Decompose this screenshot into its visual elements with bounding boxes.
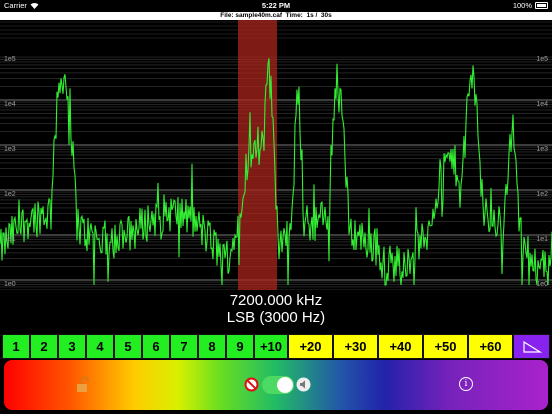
tuning-marker[interactable] — [238, 20, 277, 290]
no-sign-icon[interactable] — [244, 377, 259, 392]
scale-label: 1e3 — [536, 146, 548, 153]
status-bar: Carrier 5:22 PM 100% — [0, 0, 552, 12]
step-button-plus-60[interactable]: +60 — [468, 334, 513, 359]
scale-label: 1e5 — [4, 56, 16, 63]
speaker-icon[interactable] — [296, 377, 311, 392]
scale-label: 1e1 — [4, 236, 16, 243]
step-button-6[interactable]: 6 — [142, 334, 170, 359]
step-button-2[interactable]: 2 — [30, 334, 58, 359]
info-icon[interactable]: i — [459, 377, 473, 391]
unlocked-padlock-icon[interactable] — [76, 376, 90, 393]
step-button-9[interactable]: 9 — [226, 334, 254, 359]
step-button-1[interactable]: 1 — [2, 334, 30, 359]
scale-label: 1e3 — [4, 146, 16, 153]
frequency-label: 7200.000 kHz — [229, 292, 323, 309]
step-button-plus-30[interactable]: +30 — [333, 334, 378, 359]
scale-label: 1e5 — [536, 56, 548, 63]
step-button-plus-10[interactable]: +10 — [254, 334, 288, 359]
step-button-plus-20[interactable]: +20 — [288, 334, 333, 359]
spectrum-plot[interactable]: 1e5 1e5 1e4 1e4 1e3 1e3 1e2 1e2 1e1 1e1 1e0 1e0 — [0, 20, 552, 290]
scale-label: 1e4 — [4, 101, 16, 108]
toggle-knob — [277, 377, 293, 393]
scale-label: 1e0 — [536, 281, 548, 288]
step-button-7[interactable]: 7 — [170, 334, 198, 359]
spectrum-display[interactable]: 1e5 1e5 1e4 1e4 1e3 1e3 1e2 1e2 1e1 1e1 1e0 1e0 — [0, 20, 552, 290]
mode-label: LSB (3000 Hz) — [226, 309, 326, 326]
step-button-4[interactable]: 4 — [86, 334, 114, 359]
scale-label: 1e2 — [536, 191, 548, 198]
step-button-3[interactable]: 3 — [58, 334, 86, 359]
scale-label: 1e1 — [536, 236, 548, 243]
control-bar[interactable]: i — [4, 360, 548, 410]
clock: 5:22 PM — [261, 1, 291, 10]
battery-percent: 100% — [512, 1, 532, 10]
step-button-row: 1 2 3 4 5 6 7 8 9 +10 +20 +30 +40 +50 +60 — [0, 334, 552, 359]
step-button-plus-40[interactable]: +40 — [378, 334, 423, 359]
triangle-corner-icon[interactable] — [513, 334, 550, 359]
frequency-readout: 7200.000 kHz LSB (3000 Hz) — [0, 292, 552, 326]
file-info-bar: File: sample40m.caf Time: 1s / 30s — [0, 12, 552, 20]
step-button-plus-50[interactable]: +50 — [423, 334, 468, 359]
audio-toggle[interactable] — [262, 376, 294, 394]
battery-icon — [535, 2, 548, 9]
scale-label: 1e4 — [536, 101, 548, 108]
step-button-8[interactable]: 8 — [198, 334, 226, 359]
step-button-5[interactable]: 5 — [114, 334, 142, 359]
scale-label: 1e2 — [4, 191, 16, 198]
scale-label: 1e0 — [4, 281, 16, 288]
